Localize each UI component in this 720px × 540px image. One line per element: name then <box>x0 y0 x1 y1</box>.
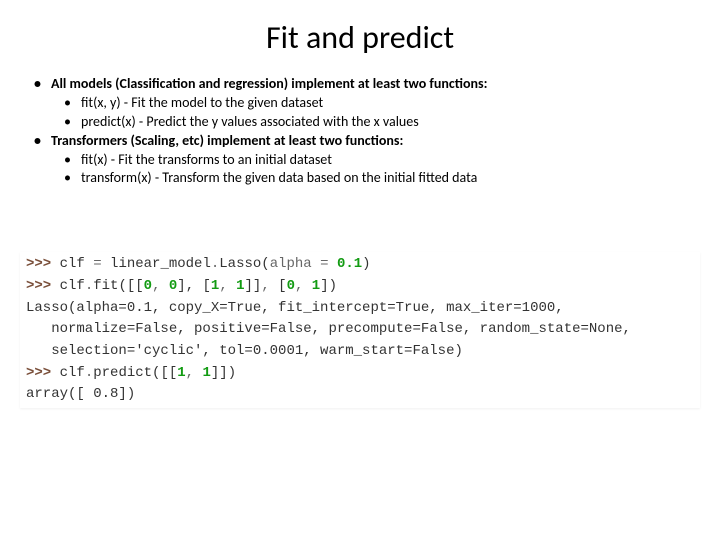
code-line-1: >>> clf = linear_model.Lasso(alpha = 0.1… <box>26 254 700 276</box>
code-output-2: normalize=False, positive=False, precomp… <box>26 319 700 341</box>
code-line-2: >>> clf.fit([[0, 0], [1, 1]], [0, 1]) <box>26 276 700 298</box>
code-output-4: array([ 0.8]) <box>26 384 700 406</box>
code-output-1: Lasso(alpha=0.1, copy_X=True, fit_interc… <box>26 298 700 320</box>
prompt: >>> <box>26 365 60 381</box>
prompt: >>> <box>26 278 60 294</box>
code-block: >>> clf = linear_model.Lasso(alpha = 0.1… <box>20 252 700 408</box>
bullet-a1: fit(x, y) - Fit the model to the given d… <box>64 94 700 113</box>
code-output-3: selection='cyclic', tol=0.0001, warm_sta… <box>26 341 700 363</box>
bullet-list: All models (Classification and regressio… <box>34 75 700 188</box>
prompt: >>> <box>26 256 60 272</box>
bullet-a2: predict(x) - Predict the y values associ… <box>64 113 700 132</box>
bullet-b2: transform(x) - Transform the given data … <box>64 169 700 188</box>
bullet-b1: fit(x) - Fit the transforms to an initia… <box>64 151 700 170</box>
slide-title: Fit and predict <box>20 18 700 57</box>
code-line-3: >>> clf.predict([[1, 1]]) <box>26 363 700 385</box>
bullet-b: Transformers (Scaling, etc) implement at… <box>34 132 700 151</box>
bullet-a: All models (Classification and regressio… <box>34 75 700 94</box>
